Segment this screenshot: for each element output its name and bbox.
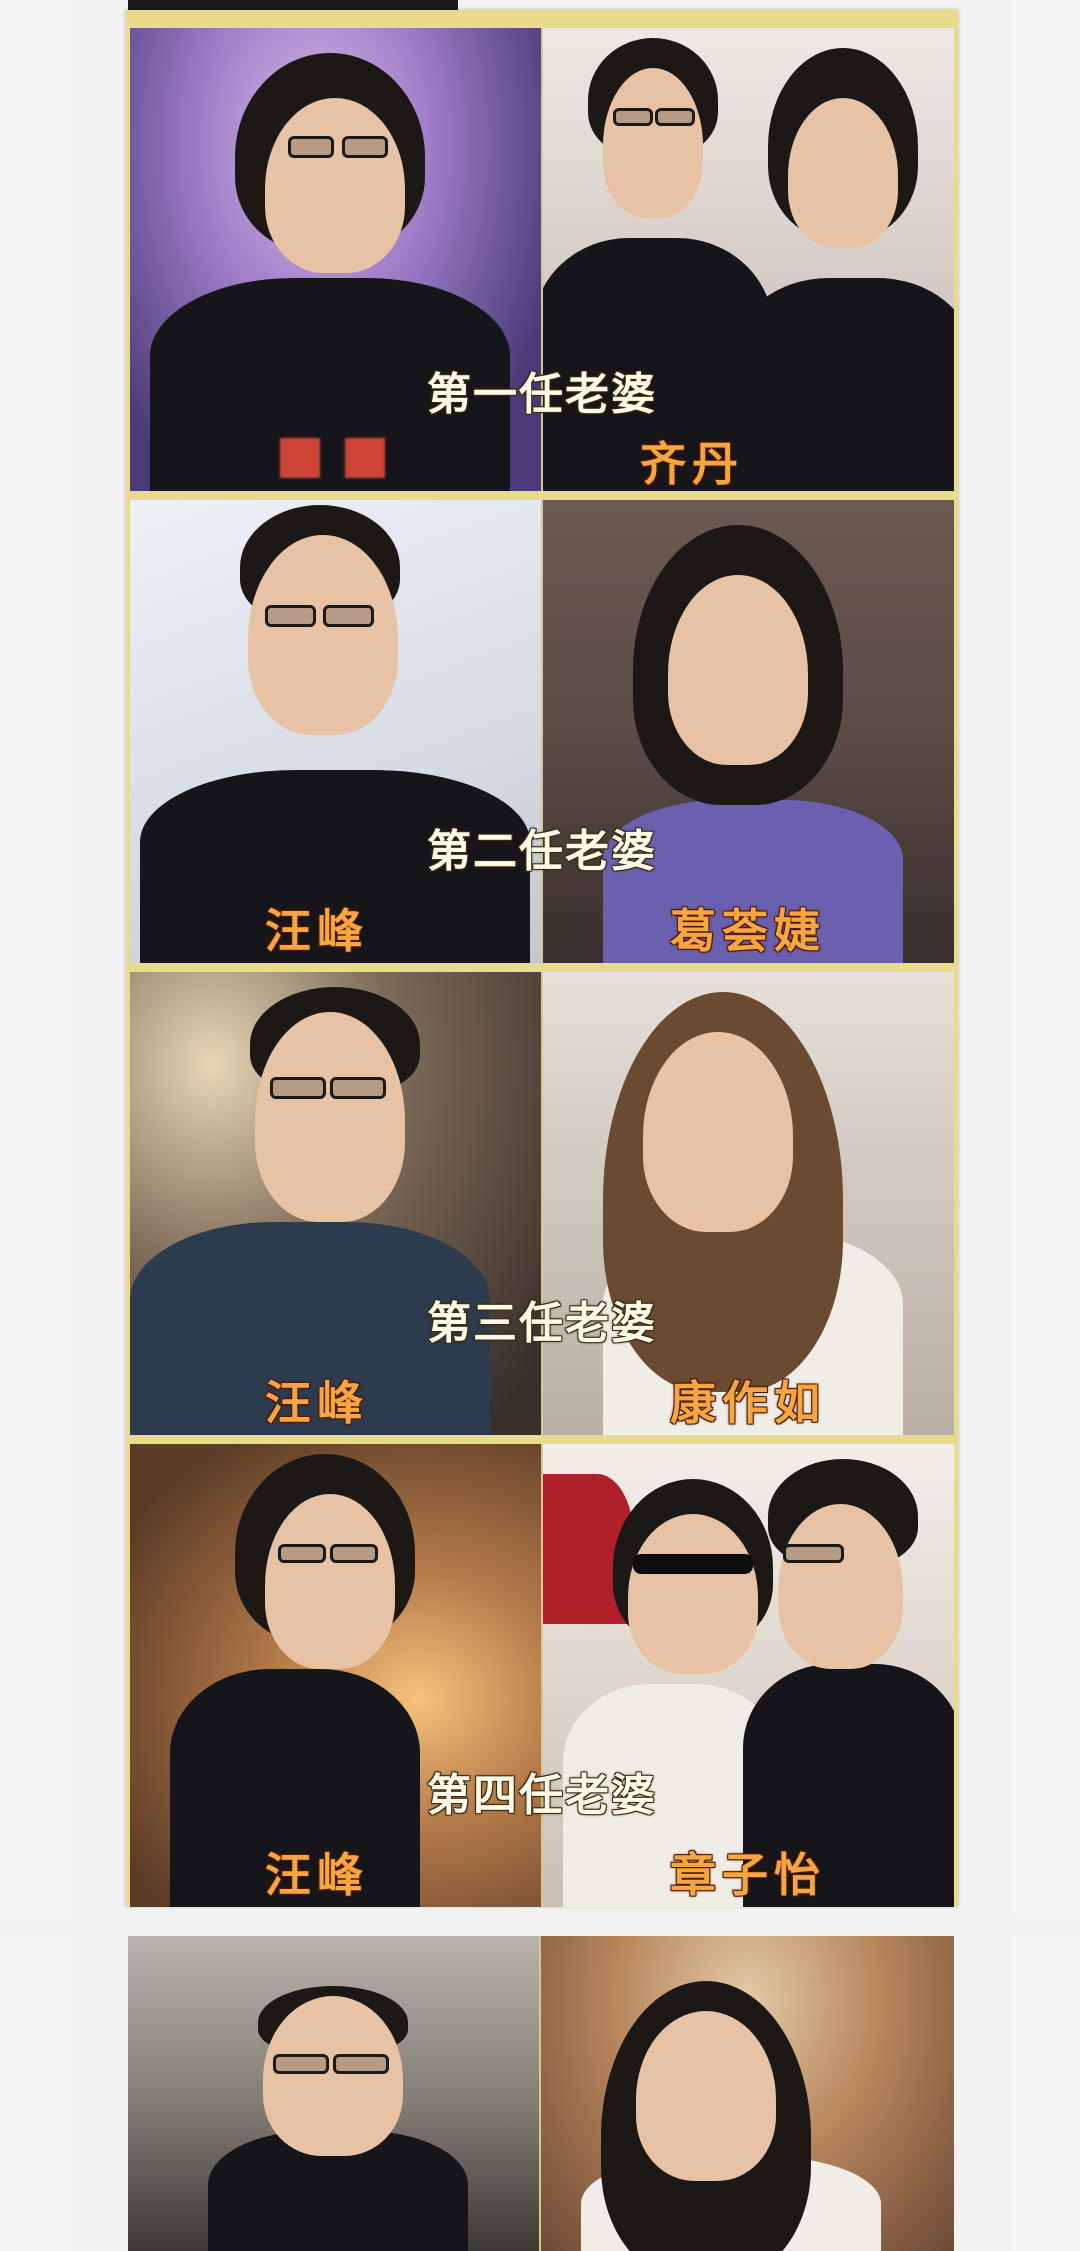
face	[255, 1012, 405, 1222]
glasses-icon	[783, 1544, 844, 1563]
glasses-icon	[330, 1077, 386, 1099]
face	[778, 1504, 903, 1669]
glasses-icon	[613, 108, 653, 126]
glasses-icon	[288, 136, 334, 158]
left-name-row-2: 汪峰	[265, 904, 369, 958]
blur-patch	[345, 438, 385, 478]
glasses-icon	[265, 605, 316, 627]
glasses-icon	[273, 2054, 329, 2074]
right-name-row-3: 康作如	[670, 1376, 826, 1430]
collage-row-1: 第一任老婆 齐丹	[130, 28, 954, 491]
sunglasses-icon	[633, 1554, 753, 1574]
face	[636, 2011, 776, 2181]
face	[788, 98, 898, 248]
photo-man-row-4	[130, 1444, 541, 1907]
collage-image[interactable]: 第一任老婆 齐丹 第二任老婆 汪峰 葛荟婕 第三任老婆 汪峰 康作如 第四任老婆…	[126, 10, 958, 1907]
photo-woman-row-2	[543, 500, 954, 963]
divider	[541, 500, 543, 963]
glasses-icon	[270, 1077, 326, 1099]
glasses-icon	[342, 136, 388, 158]
glasses-icon	[323, 605, 374, 627]
photo-woman-row-3	[543, 972, 954, 1435]
divider	[541, 1444, 543, 1907]
photo-man-row-3	[130, 972, 541, 1435]
face	[643, 1032, 793, 1232]
glasses-icon	[655, 108, 695, 126]
gap	[0, 1914, 1080, 1936]
face	[668, 575, 808, 765]
face	[628, 1514, 758, 1674]
caption-row-3: 第三任老婆	[427, 1298, 657, 1349]
glasses-icon	[330, 1544, 378, 1563]
photo-woman-row-5	[541, 1936, 954, 2251]
divider	[539, 1936, 541, 2251]
face	[263, 1996, 403, 2156]
caption-row-2: 第二任老婆	[427, 826, 657, 877]
left-name-row-4: 汪峰	[265, 1848, 369, 1902]
right-name-row-2: 葛荟婕	[670, 904, 826, 958]
collage-row-3: 第三任老婆 汪峰 康作如	[130, 972, 954, 1435]
collage-row-5[interactable]	[128, 1936, 954, 2251]
glasses-icon	[278, 1544, 326, 1563]
face	[265, 1494, 395, 1669]
collage-row-2: 第二任老婆 汪峰 葛荟婕	[130, 500, 954, 963]
photo-man-row-2	[130, 500, 541, 963]
caption-row-1: 第一任老婆	[427, 369, 657, 420]
face	[248, 535, 398, 735]
caption-row-4: 第四任老婆	[427, 1770, 657, 1821]
right-name-row-1: 齐丹	[640, 437, 744, 491]
face	[603, 68, 703, 218]
collage-row-4: 第四任老婆 汪峰 章子怡	[130, 1444, 954, 1907]
right-name-row-4: 章子怡	[670, 1848, 826, 1902]
photo-man-row-5	[128, 1936, 539, 2251]
divider	[541, 972, 543, 1435]
blur-patch	[280, 438, 320, 478]
photo-couple-row-4	[543, 1444, 954, 1907]
glasses-icon	[333, 2054, 389, 2074]
face	[265, 98, 405, 273]
left-name-row-3: 汪峰	[265, 1376, 369, 1430]
